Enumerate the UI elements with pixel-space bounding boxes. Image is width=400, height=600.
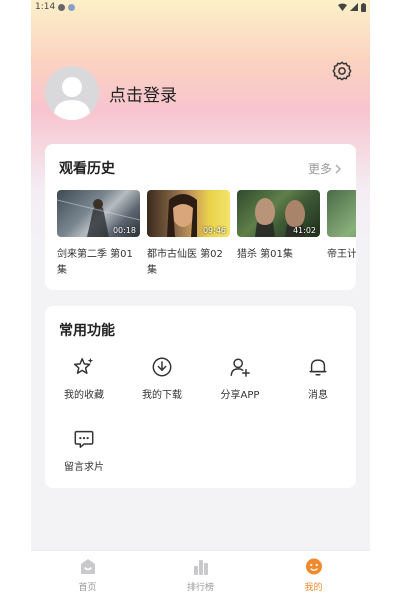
default-avatar-icon xyxy=(53,77,91,120)
profile-header[interactable]: 点击登录 xyxy=(45,66,177,120)
watch-history-card: 观看历史 更多 00:18 剑来第二季 第01集 09:46 都市古仙医 第02… xyxy=(45,144,356,290)
tab-home-label: 首页 xyxy=(78,583,97,593)
tab-mine-label: 我的 xyxy=(304,583,323,593)
history-item-title: 都市古仙医 第02集 xyxy=(147,249,223,276)
login-link[interactable]: 点击登录 xyxy=(109,81,177,106)
bell-icon xyxy=(309,359,327,376)
history-item-title: 剑来第二季 第01集 xyxy=(57,249,133,276)
messages-label: 消息 xyxy=(308,390,328,401)
more-label: 更多 xyxy=(307,162,332,176)
share-app-button[interactable]: 分享APP xyxy=(201,356,279,406)
history-thumbnail xyxy=(327,190,356,237)
history-thumbnail: 00:18 xyxy=(57,190,140,237)
request-movie-label: 留言求片 xyxy=(64,462,104,473)
duration-label: 00:18 xyxy=(112,226,136,235)
star-sparkle-icon xyxy=(73,357,94,374)
downloads-label: 我的下载 xyxy=(142,390,182,401)
common-functions-card: 常用功能 我的收藏 我的下载 分享APP 消息 留言求片 xyxy=(45,306,356,488)
download-icon xyxy=(152,357,172,377)
history-thumbnail: 41:02 xyxy=(237,190,320,237)
history-list: 00:18 剑来第二季 第01集 09:46 都市古仙医 第02集 41:02 … xyxy=(57,190,356,282)
phone-screen: 1:14 点击登录 观看历史 更多 00:18 剑来第二季 第01集 09:46… xyxy=(31,0,370,600)
battery-icon xyxy=(361,2,366,12)
history-title: 观看历史 xyxy=(59,161,115,177)
request-movie-button[interactable]: 留言求片 xyxy=(45,428,123,478)
duration-label: 09:46 xyxy=(202,226,226,235)
history-item[interactable]: 00:18 剑来第二季 第01集 xyxy=(57,190,140,279)
tab-mine[interactable]: 我的 xyxy=(257,551,370,600)
favorites-label: 我的收藏 xyxy=(64,390,104,401)
history-item-title: 猎杀 第01集 xyxy=(237,249,293,260)
history-thumbnail: 09:46 xyxy=(147,190,230,237)
ranking-icon xyxy=(193,560,208,575)
chevron-right-icon xyxy=(335,164,341,173)
notification-icon xyxy=(58,3,66,11)
home-icon xyxy=(80,559,95,574)
settings-button[interactable] xyxy=(331,60,353,82)
history-item[interactable]: 09:46 都市古仙医 第02集 xyxy=(147,190,230,279)
messages-button[interactable]: 消息 xyxy=(279,356,357,406)
share-user-icon xyxy=(230,358,250,377)
status-bar: 1:14 xyxy=(31,0,370,14)
avatar[interactable] xyxy=(45,66,99,120)
face-icon xyxy=(305,558,322,575)
downloads-button[interactable]: 我的下载 xyxy=(123,356,201,406)
wifi-icon xyxy=(338,3,347,11)
status-right xyxy=(338,2,366,12)
history-item[interactable]: 41:02 猎杀 第01集 xyxy=(237,190,320,263)
status-time: 1:14 xyxy=(35,2,56,12)
bottom-tab-bar: 首页 排行榜 我的 xyxy=(31,550,370,600)
app-notification-icon xyxy=(68,3,76,11)
favorites-button[interactable]: 我的收藏 xyxy=(45,356,123,406)
tab-ranking[interactable]: 排行榜 xyxy=(144,551,257,600)
history-item[interactable]: 帝王计 遗产 第 xyxy=(327,190,356,263)
gear-icon xyxy=(332,61,352,81)
status-left: 1:14 xyxy=(35,2,76,12)
tab-ranking-label: 排行榜 xyxy=(186,583,214,593)
functions-title: 常用功能 xyxy=(59,323,115,339)
tab-home[interactable]: 首页 xyxy=(31,551,144,600)
chat-bubble-icon xyxy=(74,430,94,448)
history-item-title: 帝王计 遗产 第 xyxy=(327,249,356,260)
share-app-label: 分享APP xyxy=(220,390,260,401)
more-button[interactable]: 更多 xyxy=(308,160,342,177)
signal-icon xyxy=(350,3,358,11)
duration-label: 41:02 xyxy=(292,226,316,235)
